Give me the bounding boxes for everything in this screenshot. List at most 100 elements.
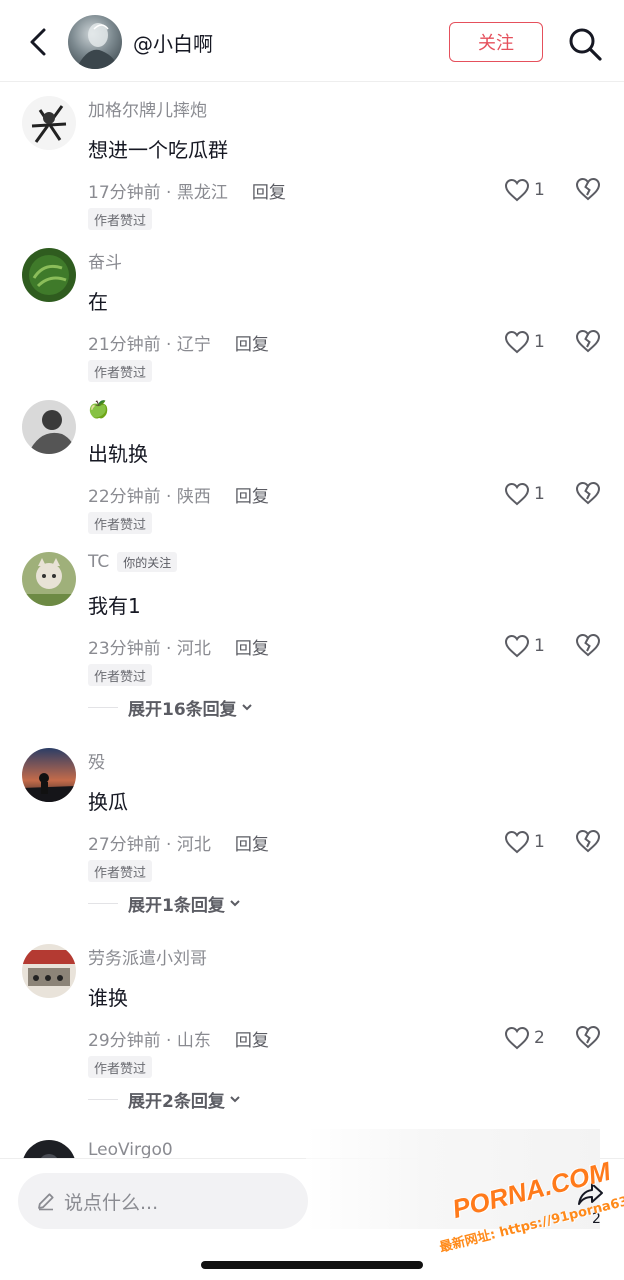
search-icon bbox=[569, 28, 602, 61]
dislike-button[interactable] bbox=[574, 328, 602, 356]
comment-username[interactable]: LeoVirgo0 bbox=[88, 1140, 173, 1158]
comment-time-location: 22分钟前 · 陕西 bbox=[88, 487, 211, 507]
home-indicator[interactable] bbox=[201, 1261, 423, 1269]
comment-avatar[interactable] bbox=[22, 552, 76, 606]
comment-text[interactable]: 在 bbox=[88, 286, 108, 315]
comment-text[interactable]: 想进一个吃瓜群 bbox=[88, 134, 228, 163]
comment-input[interactable]: 说点什么... bbox=[18, 1173, 308, 1229]
like-button[interactable]: 1 bbox=[504, 176, 545, 204]
comment-avatar[interactable] bbox=[22, 944, 76, 998]
broken-heart-icon bbox=[575, 633, 601, 657]
author-liked-badge: 作者赞过 bbox=[88, 860, 153, 882]
like-button[interactable]: 2 bbox=[504, 1024, 545, 1052]
divider bbox=[88, 902, 118, 904]
divider bbox=[88, 1098, 118, 1100]
comment-meta: 17分钟前 · 黑龙江 回复 bbox=[88, 178, 286, 203]
username-text: 劳务派遣小刘哥 bbox=[88, 949, 207, 969]
heart-icon bbox=[504, 830, 530, 854]
chevron-left-icon bbox=[30, 28, 46, 56]
reply-button[interactable]: 回复 bbox=[235, 482, 269, 507]
username-text: 🍏 bbox=[88, 400, 110, 420]
comment-time-location: 23分钟前 · 河北 bbox=[88, 639, 211, 659]
like-count: 1 bbox=[534, 180, 545, 200]
comment-username[interactable]: 加格尔牌儿摔炮 bbox=[88, 96, 207, 121]
comment-avatar[interactable] bbox=[22, 1140, 76, 1158]
comment-list[interactable]: 加格尔牌儿摔炮 想进一个吃瓜群 17分钟前 · 黑龙江 回复 作者赞过 1 奋斗… bbox=[0, 82, 624, 1158]
heart-icon bbox=[504, 330, 530, 354]
heart-icon bbox=[504, 1026, 530, 1050]
author-avatar[interactable] bbox=[68, 15, 122, 69]
broken-heart-icon bbox=[575, 829, 601, 853]
author-liked-badge: 作者赞过 bbox=[88, 208, 153, 230]
comment-time-location: 27分钟前 · 河北 bbox=[88, 835, 211, 855]
reply-button[interactable]: 回复 bbox=[235, 330, 269, 355]
comment-avatar[interactable] bbox=[22, 748, 76, 802]
header-bar: @小白啊 关注 bbox=[0, 0, 624, 82]
dislike-button[interactable] bbox=[574, 1024, 602, 1052]
reply-button[interactable]: 回复 bbox=[235, 830, 269, 855]
dislike-button[interactable] bbox=[574, 828, 602, 856]
comment-text[interactable]: 谁换 bbox=[88, 982, 128, 1011]
comment-username[interactable]: 殁 bbox=[88, 748, 105, 773]
share-icon bbox=[578, 1183, 603, 1205]
username-text: 奋斗 bbox=[88, 253, 122, 273]
search-button[interactable] bbox=[565, 24, 605, 64]
author-liked-badge: 作者赞过 bbox=[88, 664, 153, 686]
expand-replies-label: 展开1条回复 bbox=[128, 895, 225, 916]
reply-button[interactable]: 回复 bbox=[252, 178, 286, 203]
following-badge: 你的关注 bbox=[117, 552, 178, 572]
chevron-down-icon bbox=[230, 900, 240, 907]
like-count: 2 bbox=[534, 1028, 545, 1048]
comment-username[interactable]: 🍏 bbox=[88, 400, 109, 420]
comment-avatar[interactable] bbox=[22, 96, 76, 150]
comment-avatar[interactable] bbox=[22, 248, 76, 302]
back-button[interactable] bbox=[20, 22, 56, 62]
comment-username[interactable]: TC 你的关注 bbox=[88, 552, 178, 572]
dislike-button[interactable] bbox=[574, 632, 602, 660]
author-liked-badge: 作者赞过 bbox=[88, 1056, 153, 1078]
blurred-region bbox=[306, 1129, 600, 1229]
author-liked-badge: 作者赞过 bbox=[88, 512, 153, 534]
chevron-down-icon bbox=[241, 704, 252, 711]
like-count: 1 bbox=[534, 636, 545, 656]
username-text: 殁 bbox=[88, 753, 105, 773]
broken-heart-icon bbox=[575, 177, 601, 201]
divider bbox=[88, 706, 118, 708]
expand-replies-label: 展开16条回复 bbox=[128, 699, 237, 720]
author-liked-badge: 作者赞过 bbox=[88, 360, 153, 382]
comment-input-placeholder: 说点什么... bbox=[64, 1191, 159, 1214]
comment-text[interactable]: 换瓜 bbox=[88, 786, 128, 815]
dislike-button[interactable] bbox=[574, 176, 602, 204]
username-text: TC bbox=[88, 552, 110, 572]
reply-button[interactable]: 回复 bbox=[235, 634, 269, 659]
heart-icon bbox=[504, 482, 530, 506]
dislike-button[interactable] bbox=[574, 480, 602, 508]
follow-button[interactable]: 关注 bbox=[449, 22, 543, 62]
expand-replies-button[interactable]: 展开2条回复 bbox=[88, 1087, 243, 1112]
broken-heart-icon bbox=[575, 481, 601, 505]
share-count: 2 bbox=[592, 1211, 601, 1227]
broken-heart-icon bbox=[575, 1025, 601, 1049]
like-button[interactable]: 1 bbox=[504, 328, 545, 356]
comment-meta: 29分钟前 · 山东 回复 bbox=[88, 1026, 269, 1051]
heart-icon bbox=[504, 634, 530, 658]
comment-text[interactable]: 我有1 bbox=[88, 590, 141, 619]
comment-text[interactable]: 出轨换 bbox=[88, 438, 148, 467]
expand-replies-button[interactable]: 展开16条回复 bbox=[88, 695, 255, 720]
comment-avatar[interactable] bbox=[22, 400, 76, 454]
expand-replies-label: 展开2条回复 bbox=[128, 1091, 225, 1112]
author-name[interactable]: @小白啊 bbox=[133, 28, 213, 57]
like-button[interactable]: 1 bbox=[504, 632, 545, 660]
username-text: LeoVirgo0 bbox=[88, 1140, 173, 1158]
comment-meta: 27分钟前 · 河北 回复 bbox=[88, 830, 269, 855]
expand-replies-button[interactable]: 展开1条回复 bbox=[88, 891, 243, 916]
comment-username[interactable]: 奋斗 bbox=[88, 248, 122, 273]
reply-button[interactable]: 回复 bbox=[235, 1026, 269, 1051]
chevron-down-icon bbox=[230, 1096, 240, 1103]
like-button[interactable]: 1 bbox=[504, 480, 545, 508]
like-button[interactable]: 1 bbox=[504, 828, 545, 856]
share-button[interactable] bbox=[576, 1179, 606, 1209]
comment-username[interactable]: 劳务派遣小刘哥 bbox=[88, 944, 207, 969]
comment-meta: 22分钟前 · 陕西 回复 bbox=[88, 482, 269, 507]
comment-meta: 23分钟前 · 河北 回复 bbox=[88, 634, 269, 659]
